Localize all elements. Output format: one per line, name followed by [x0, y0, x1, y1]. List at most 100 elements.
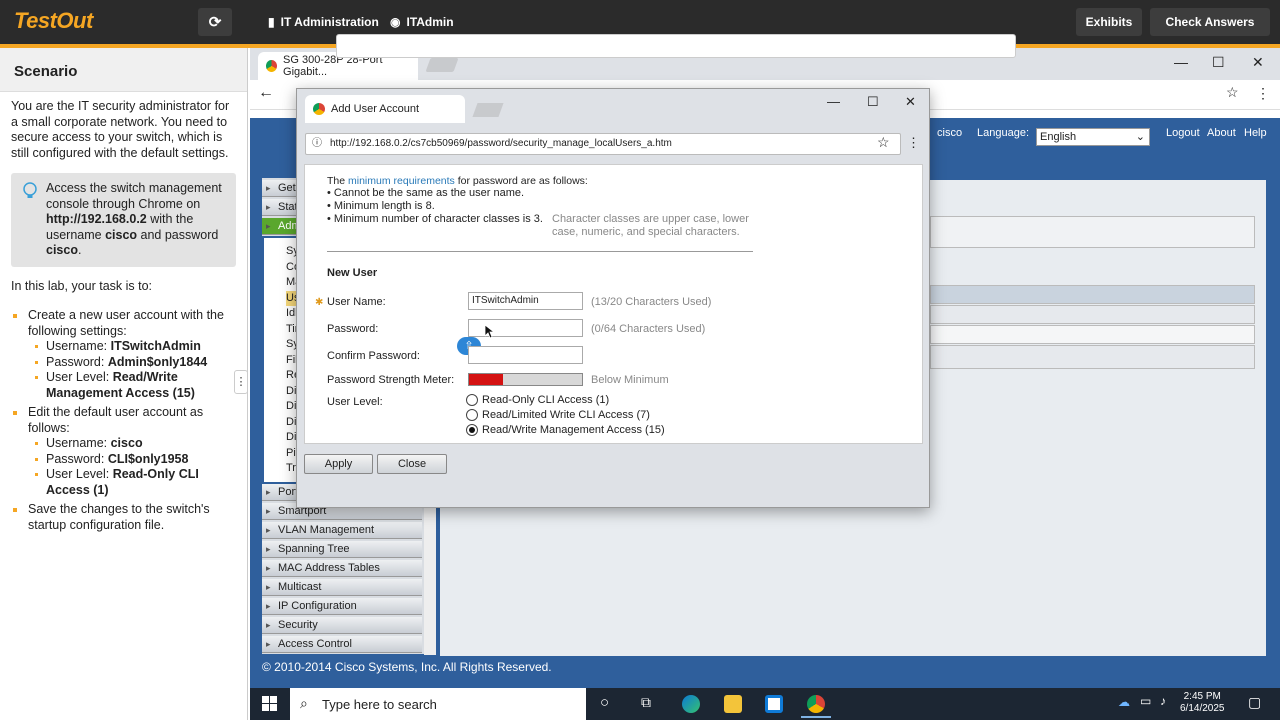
- back-arrow-icon[interactable]: ←: [258, 84, 274, 102]
- tab-label: ITAdmin: [406, 15, 454, 29]
- nav-subitem[interactable]: Co: [286, 260, 300, 276]
- confirm-password-input[interactable]: [468, 346, 583, 364]
- help-link[interactable]: Help: [1244, 127, 1267, 139]
- current-user: cisco: [937, 127, 963, 139]
- nav-subitem[interactable]: Dis: [286, 430, 302, 446]
- language-select[interactable]: English ⌄: [1036, 128, 1150, 146]
- notifications-icon[interactable]: ▢: [1248, 694, 1261, 711]
- close-icon[interactable]: ✕: [1252, 54, 1264, 71]
- store-icon[interactable]: [765, 695, 783, 713]
- search-icon: ⌕: [300, 695, 308, 711]
- new-tab-button[interactable]: [425, 58, 459, 72]
- nav-subitem[interactable]: File: [286, 353, 304, 369]
- table-row: [930, 325, 1255, 344]
- nav-item-access-control[interactable]: Access Control: [262, 636, 422, 653]
- nav-subitem[interactable]: Idl: [286, 306, 298, 322]
- tab-it-administration[interactable]: ▮ IT Administration: [256, 8, 391, 36]
- nav-subitem[interactable]: Tin: [286, 322, 301, 338]
- callout-text: .: [77, 243, 82, 257]
- section-title: New User: [327, 267, 378, 279]
- minimize-icon[interactable]: —: [827, 94, 840, 109]
- nav-subitem[interactable]: Dis: [286, 415, 302, 431]
- menu-icon[interactable]: ⋮: [907, 135, 920, 151]
- nav-subitem[interactable]: Sy: [286, 337, 299, 353]
- nav-subitem[interactable]: Ma: [286, 275, 301, 291]
- level-option-read-only[interactable]: Read-Only CLI Access (1): [466, 394, 609, 406]
- check-answers-button[interactable]: Check Answers: [1150, 8, 1270, 36]
- requirement-item: • Minimum number of character classes is…: [327, 213, 543, 225]
- username-char-count: (13/20 Characters Used): [591, 296, 712, 308]
- nav-subitem[interactable]: Re: [286, 368, 300, 384]
- menu-icon[interactable]: ⋮: [1256, 85, 1270, 102]
- strength-meter-label: Password Strength Meter:: [327, 374, 455, 386]
- star-icon[interactable]: ☆: [1226, 84, 1239, 101]
- windows-start-icon[interactable]: [262, 696, 277, 711]
- panel-resize-handle[interactable]: ⋮: [234, 370, 248, 394]
- network-icon[interactable]: ▭: [1140, 694, 1151, 708]
- close-icon[interactable]: ✕: [905, 94, 916, 110]
- popup-address-bar[interactable]: ⓘ http://192.168.0.2/cs7cb50969/password…: [305, 133, 901, 155]
- username-label: User Name:: [327, 296, 386, 308]
- minimize-icon[interactable]: —: [1174, 54, 1188, 70]
- tab-itadmin[interactable]: ◉ ITAdmin: [378, 8, 466, 36]
- exhibits-button[interactable]: Exhibits: [1076, 8, 1142, 36]
- system-clock[interactable]: 2:45 PM 6/14/2025: [1180, 691, 1225, 715]
- radio-button[interactable]: [466, 409, 478, 421]
- requirements-link[interactable]: minimum requirements: [348, 175, 455, 187]
- nav-scrollbar[interactable]: [424, 505, 436, 655]
- nav-subitem[interactable]: Pin: [286, 446, 302, 462]
- nav-item-ip-config[interactable]: IP Configuration: [262, 598, 422, 615]
- task-detail: Password: CLI$only1958: [28, 452, 236, 468]
- nav-subtree: Sy Co Ma Us Idl Tin Sy File Re Dia Dis D…: [262, 236, 304, 484]
- lightbulb-icon: [21, 182, 39, 205]
- nav-subitem[interactable]: Dis: [286, 399, 302, 415]
- address-bar[interactable]: [336, 34, 1016, 58]
- about-link[interactable]: About: [1207, 127, 1236, 139]
- chrome-taskbar-icon[interactable]: [807, 695, 825, 713]
- task-intro: In this lab, your task is to:: [11, 278, 153, 293]
- file-explorer-icon[interactable]: [724, 695, 742, 713]
- level-option-read-write[interactable]: Read/Write Management Access (15): [466, 424, 665, 436]
- username-input[interactable]: ITSwitchAdmin: [468, 292, 583, 310]
- task-item: Edit the default user account as follows…: [11, 405, 236, 498]
- required-icon: ✱: [315, 297, 324, 308]
- nav-subitem[interactable]: Dia: [286, 384, 303, 400]
- nav-item-mac-tables[interactable]: MAC Address Tables: [262, 560, 422, 577]
- nav-subitem[interactable]: Sy: [286, 244, 299, 260]
- scenario-panel: Scenario You are the IT security adminis…: [0, 48, 248, 720]
- new-tab-button[interactable]: [472, 103, 504, 117]
- nav-subitem[interactable]: Tra: [286, 461, 302, 477]
- callout-username: cisco: [105, 227, 138, 242]
- popup-tab[interactable]: Add User Account: [305, 95, 465, 123]
- strength-meter-fill: [469, 374, 503, 385]
- radio-button-selected[interactable]: [466, 424, 478, 436]
- confirm-password-label: Confirm Password:: [327, 350, 420, 362]
- edge-icon[interactable]: [682, 695, 700, 713]
- logout-link[interactable]: Logout: [1166, 127, 1200, 139]
- requirements-intro: The minimum requirements for password ar…: [327, 175, 588, 187]
- building-icon: ▮: [268, 15, 275, 29]
- nav-item-spanning-tree[interactable]: Spanning Tree: [262, 541, 422, 558]
- maximize-icon[interactable]: ☐: [1212, 54, 1225, 71]
- cortana-icon[interactable]: ○: [600, 694, 609, 711]
- callout-text: and password: [137, 227, 219, 242]
- onedrive-icon[interactable]: ☁: [1118, 695, 1130, 709]
- star-icon[interactable]: ☆: [877, 134, 890, 151]
- maximize-icon[interactable]: ☐: [867, 94, 879, 110]
- task-detail: User Level: Read-Only CLI Access (1): [28, 467, 236, 498]
- taskbar-search[interactable]: ⌕ Type here to search: [290, 688, 586, 720]
- refresh-button[interactable]: ⟳: [198, 8, 232, 36]
- nav-item-vlan[interactable]: VLAN Management: [262, 522, 422, 539]
- requirement-item: • Minimum length is 8.: [327, 200, 435, 212]
- task-view-icon[interactable]: ⧉: [641, 694, 651, 711]
- popup-tab-title: Add User Account: [331, 103, 420, 115]
- level-option-limited-write[interactable]: Read/Limited Write CLI Access (7): [466, 409, 650, 421]
- close-button[interactable]: Close: [377, 454, 447, 474]
- nav-item-multicast[interactable]: Multicast: [262, 579, 422, 596]
- chevron-down-icon: ⌄: [1135, 131, 1145, 143]
- radio-button[interactable]: [466, 394, 478, 406]
- apply-button[interactable]: Apply: [304, 454, 373, 474]
- volume-icon[interactable]: ♪: [1160, 694, 1166, 708]
- nav-subitem-user-accounts[interactable]: Us: [286, 290, 299, 306]
- nav-item-security[interactable]: Security: [262, 617, 422, 634]
